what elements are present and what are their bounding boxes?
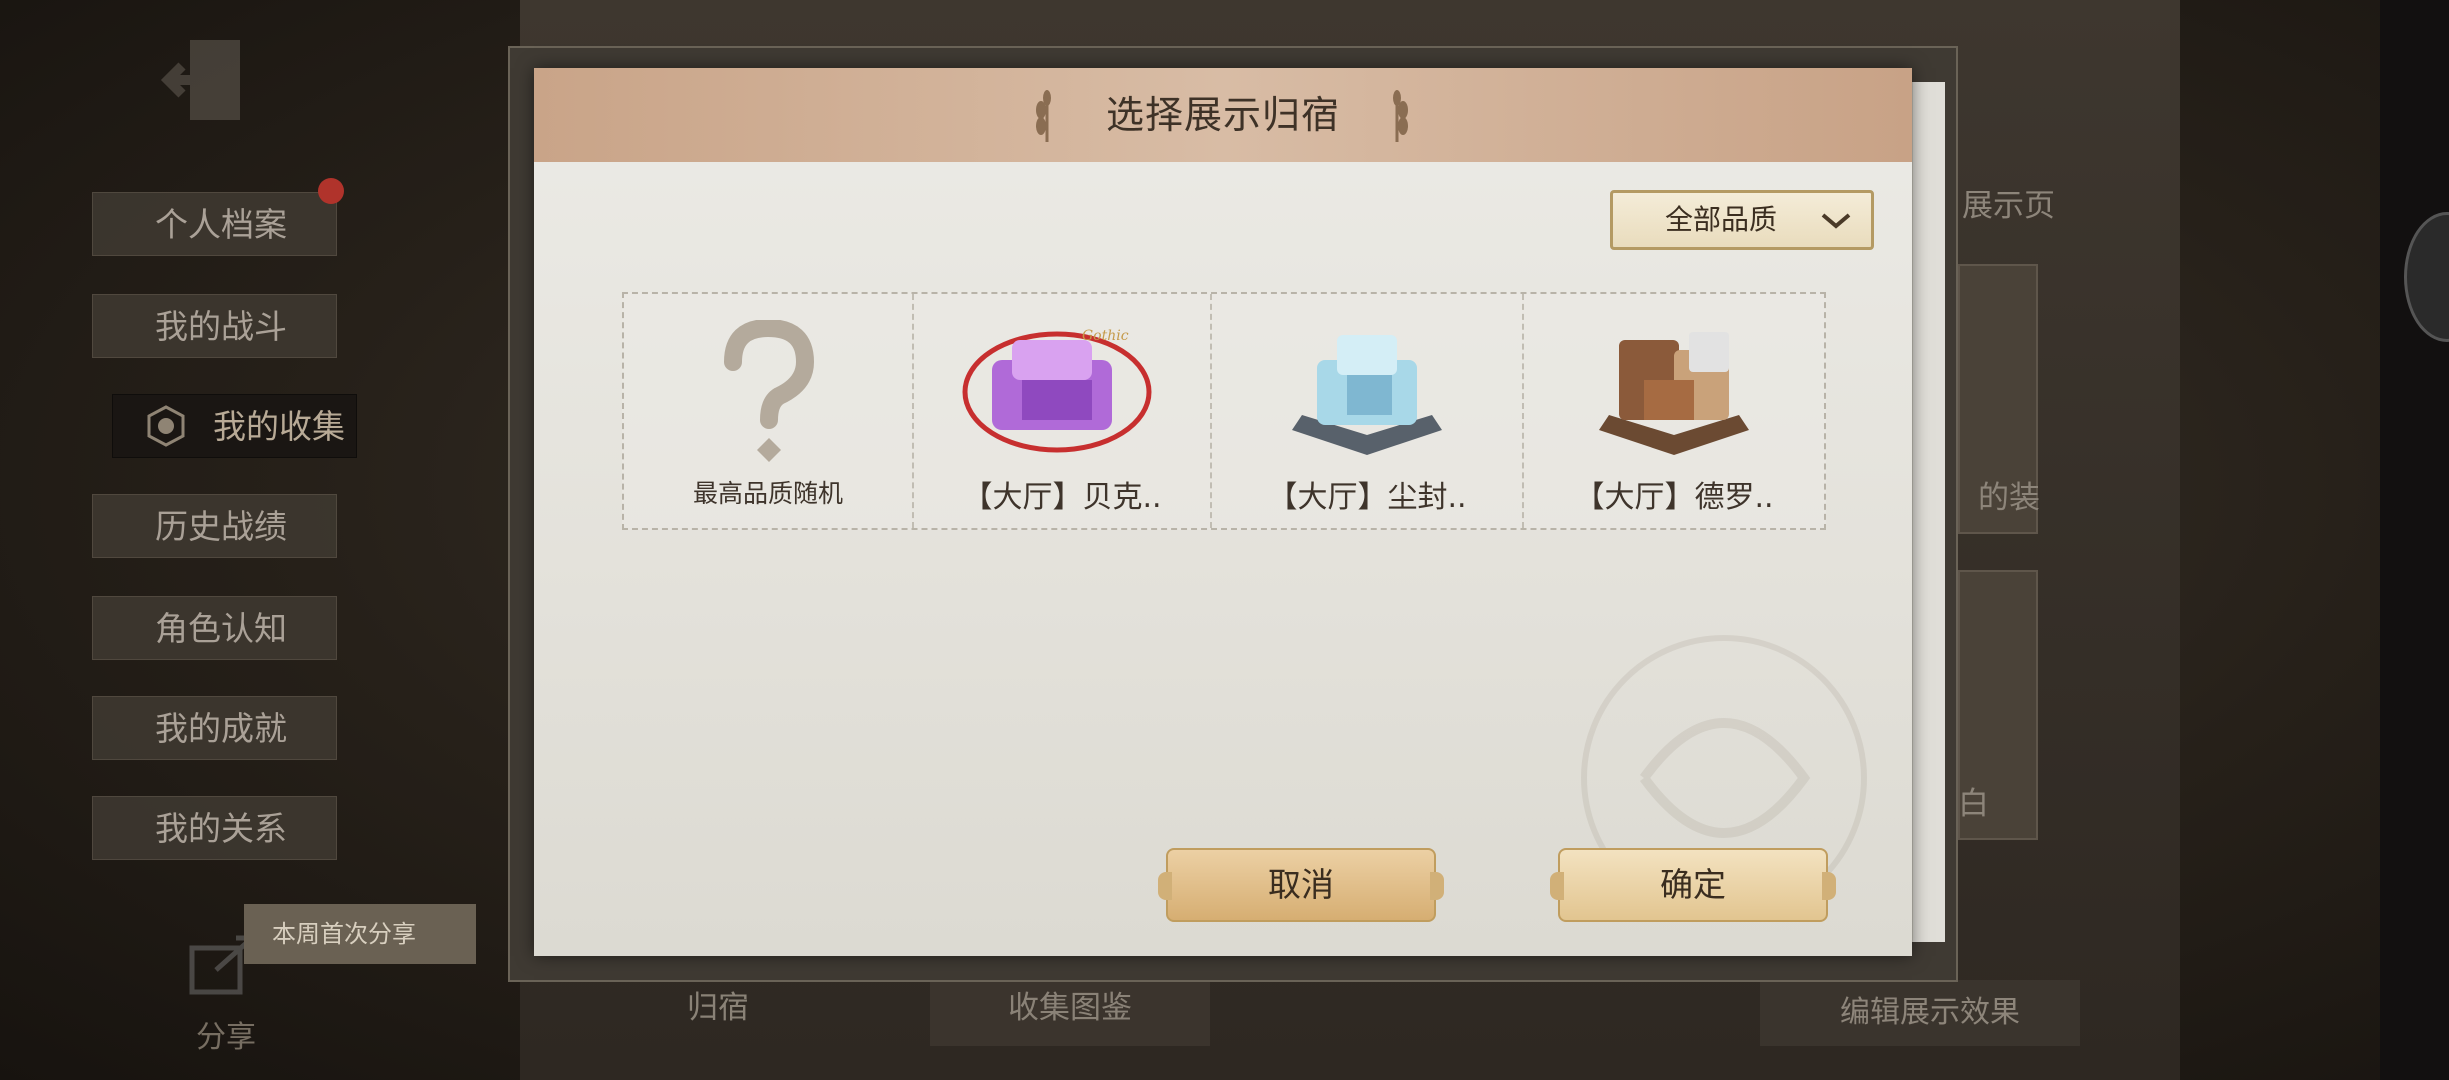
option-hall-baker[interactable]: Gothic 【大厅】贝克.. <box>914 294 1212 528</box>
sidebar-item-label: 我的成就 <box>155 709 287 748</box>
cancel-button[interactable]: 取消 <box>1158 848 1444 922</box>
sidebar-item-label: 我的关系 <box>155 809 287 848</box>
sidebar-item-label: 我的战斗 <box>155 307 287 346</box>
right-edge-bar <box>2380 0 2449 1080</box>
edit-display-effect-button[interactable]: 编辑展示效果 <box>1760 980 2080 1046</box>
sidebar-item-history[interactable]: 历史战绩 <box>92 494 337 558</box>
modal-page-edge <box>1912 82 1945 942</box>
quality-filter-value: 全部品质 <box>1665 203 1778 236</box>
sidebar-item-battles[interactable]: 我的战斗 <box>92 294 337 358</box>
share-label: 分享 <box>196 1020 256 1055</box>
home-tab-label: 归宿 <box>687 990 749 1026</box>
dialog-title: 选择展示归宿 <box>1105 93 1340 137</box>
question-mark-icon <box>724 320 815 462</box>
wheat-ornament-icon <box>1036 90 1051 142</box>
option-label: 【大厅】德罗.. <box>1574 480 1774 515</box>
sidebar-item-profile[interactable]: 个人档案 <box>92 192 337 256</box>
share-banner[interactable]: 本周首次分享 <box>244 904 476 964</box>
sidebar-item-label: 历史战绩 <box>155 507 287 546</box>
background-card-label: 的装 <box>1978 480 2040 516</box>
edit-display-effect-label: 编辑展示效果 <box>1840 995 2020 1030</box>
cancel-button-label: 取消 <box>1268 865 1334 904</box>
quality-filter-dropdown[interactable]: 全部品质 <box>1610 190 1874 250</box>
collection-guide-label: 收集图鉴 <box>1008 990 1132 1026</box>
confirm-button-label: 确定 <box>1660 865 1726 904</box>
sidebar-item-character[interactable]: 角色认知 <box>92 596 337 660</box>
svg-text:Gothic: Gothic <box>1082 328 1129 344</box>
chevron-down-icon <box>1821 213 1851 229</box>
home-options-grid: 最高品质随机 Gothic 【大厅】贝克.. 【大厅】尘封.. 【大厅】德罗.. <box>622 292 1826 530</box>
sidebar-item-label: 我的收集 <box>213 407 345 446</box>
display-page-label: 展示页 <box>1962 188 2055 224</box>
option-label: 【大厅】贝克.. <box>962 480 1162 515</box>
sidebar-item-collection[interactable]: 我的收集 <box>112 394 357 458</box>
wheat-ornament-icon <box>1393 90 1408 142</box>
confirm-button[interactable]: 确定 <box>1550 848 1836 922</box>
collection-emblem-icon <box>147 405 185 447</box>
brown-hall-icon <box>1599 332 1749 455</box>
option-random-highest[interactable]: 最高品质随机 <box>624 294 914 528</box>
share-banner-text: 本周首次分享 <box>272 920 416 948</box>
background-card-label: 白 <box>1958 786 1989 822</box>
option-label: 【大厅】尘封.. <box>1267 480 1467 515</box>
blue-hall-icon <box>1292 335 1442 455</box>
option-hall-delo[interactable]: 【大厅】德罗.. <box>1524 294 1824 528</box>
sidebar-item-relations[interactable]: 我的关系 <box>92 796 337 860</box>
option-label: 最高品质随机 <box>692 479 843 508</box>
notification-dot <box>318 178 344 204</box>
exit-icon[interactable] <box>160 30 260 130</box>
dialog-header: 选择展示归宿 <box>534 68 1912 162</box>
purple-hall-icon: Gothic <box>962 328 1152 453</box>
sidebar-item-achievements[interactable]: 我的成就 <box>92 696 337 760</box>
option-hall-dust[interactable]: 【大厅】尘封.. <box>1212 294 1524 528</box>
sidebar-item-label: 个人档案 <box>155 205 287 244</box>
select-display-home-dialog: 选择展示归宿 全部品质 最高品质随机 Gothic 【大厅】贝克.. 【大厅】尘… <box>534 68 1912 956</box>
sidebar-item-label: 角色认知 <box>155 609 287 648</box>
